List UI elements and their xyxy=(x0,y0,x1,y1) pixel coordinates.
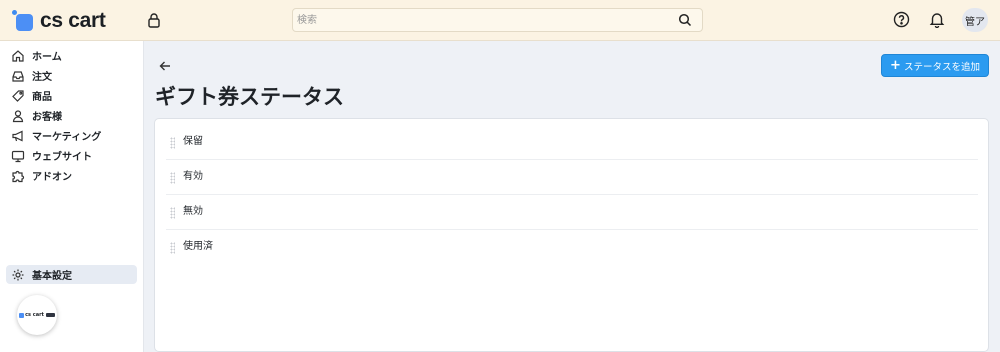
megaphone-icon xyxy=(12,130,23,141)
status-row[interactable]: 保留 xyxy=(166,125,978,160)
page-title: ギフト券ステータス xyxy=(155,85,344,109)
sidebar-item-label: ホーム xyxy=(32,52,62,63)
lock-icon[interactable] xyxy=(146,12,162,28)
drag-handle-icon[interactable] xyxy=(170,172,175,184)
status-name[interactable]: 保留 xyxy=(183,132,203,147)
help-icon[interactable] xyxy=(893,11,910,28)
sidebar-item-label: アドオン xyxy=(32,172,72,183)
status-name[interactable]: 有効 xyxy=(183,167,203,182)
status-row[interactable]: 有効 xyxy=(166,160,978,195)
search-icon[interactable] xyxy=(678,13,692,27)
sidebar-item-website[interactable]: ウェブサイト xyxy=(6,146,137,165)
add-status-button-label: ステータスを追加 xyxy=(903,61,980,73)
user-icon xyxy=(12,109,24,122)
sidebar-item-label: 商品 xyxy=(32,92,52,103)
sidebar-item-customers[interactable]: お客様 xyxy=(6,106,137,125)
status-row[interactable]: 無効 xyxy=(166,195,978,230)
plus-icon: + xyxy=(890,58,901,73)
status-name[interactable]: 使用済 xyxy=(183,237,213,252)
user-avatar[interactable]: 管ア xyxy=(962,8,988,32)
drag-handle-icon[interactable] xyxy=(170,137,175,149)
drag-handle-icon[interactable] xyxy=(170,207,175,219)
cs-cart-badge[interactable]: cs cart xyxy=(17,295,57,335)
sidebar-item-orders[interactable]: 注文 xyxy=(6,66,137,85)
logo-mark-icon xyxy=(12,10,34,32)
sidebar-item-marketing[interactable]: マーケティング xyxy=(6,126,137,145)
sidebar-item-label: 注文 xyxy=(32,72,52,83)
monitor-icon xyxy=(11,150,25,162)
sidebar-item-addons[interactable]: アドオン xyxy=(6,166,137,185)
drag-handle-icon[interactable] xyxy=(170,242,175,254)
gear-icon xyxy=(12,269,24,280)
sidebar-item-products[interactable]: 商品 xyxy=(6,86,137,105)
status-row[interactable]: 使用済 xyxy=(166,230,978,265)
sidebar-item-label: ウェブサイト xyxy=(32,152,92,163)
search-box xyxy=(292,8,703,32)
add-status-button[interactable]: + ステータスを追加 xyxy=(881,54,989,77)
back-arrow-icon[interactable] xyxy=(158,59,172,73)
badge-tag xyxy=(45,313,55,317)
bell-icon[interactable] xyxy=(929,11,945,28)
sidebar-item-settings[interactable]: 基本設定 xyxy=(6,265,137,284)
status-list: 保留 有効 無効 使用済 xyxy=(154,118,989,352)
home-icon xyxy=(12,49,24,62)
puzzle-icon xyxy=(12,170,25,182)
tag-icon xyxy=(12,89,24,102)
badge-text: cs cart xyxy=(25,312,44,318)
top-bar: cs cart 管ア xyxy=(0,0,1000,41)
sidebar-item-label: 基本設定 xyxy=(32,271,72,282)
search-input[interactable] xyxy=(297,12,667,28)
logo-text: cs cart xyxy=(40,9,106,32)
sidebar-item-label: お客様 xyxy=(32,112,62,123)
sidebar-item-label: マーケティング xyxy=(32,132,102,143)
status-name[interactable]: 無効 xyxy=(183,202,203,217)
cs-cart-logo[interactable]: cs cart xyxy=(12,9,106,33)
inbox-icon xyxy=(12,70,24,82)
logo-mark-icon xyxy=(19,312,25,318)
sidebar-item-home[interactable]: ホーム xyxy=(6,46,137,65)
